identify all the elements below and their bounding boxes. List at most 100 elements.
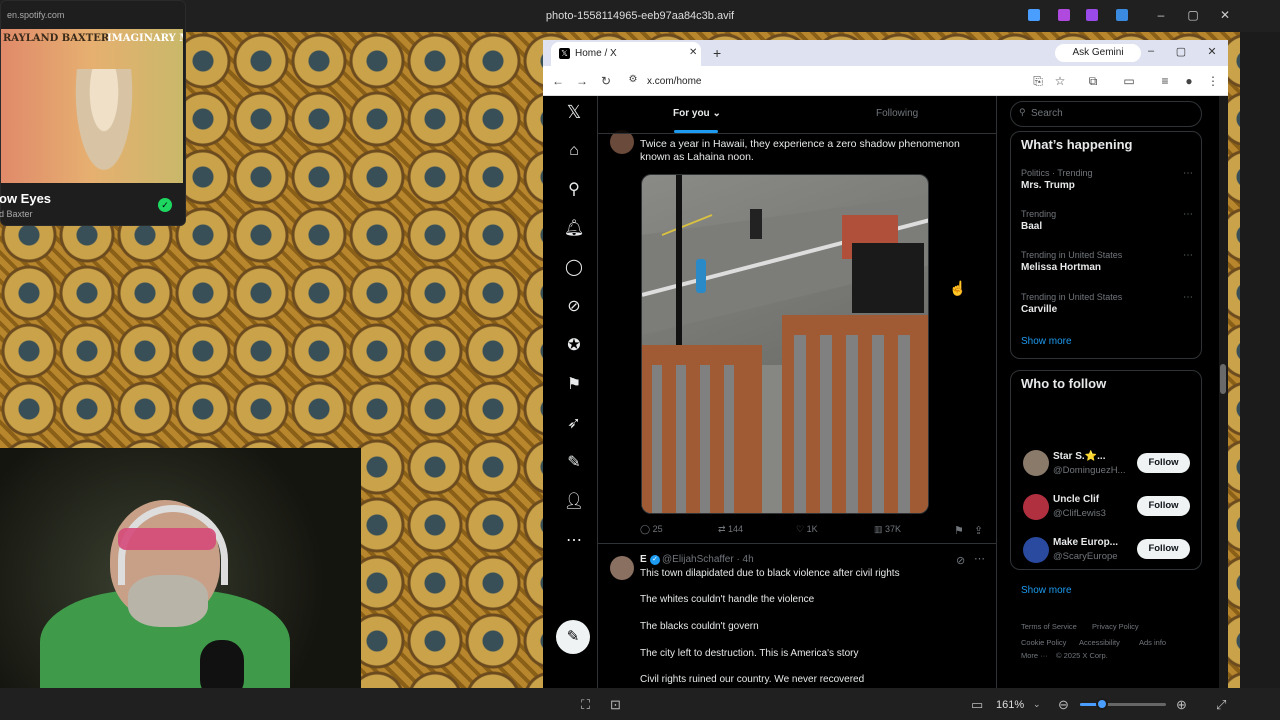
share-icon[interactable]: ⇪	[974, 524, 983, 537]
crop-icon[interactable]: ⛶	[581, 697, 590, 713]
forward-icon[interactable]: →	[574, 74, 590, 88]
ask-gemini-button[interactable]: Ask Gemini	[1055, 44, 1141, 62]
follow-button[interactable]: Follow	[1137, 453, 1190, 473]
viewer-minimize-icon[interactable]: –	[1153, 8, 1169, 22]
track-artist: d Baxter	[0, 209, 33, 219]
show-more-follow-link[interactable]: Show more	[1021, 585, 1072, 596]
account-name[interactable]: Star S.⭐...	[1053, 451, 1105, 462]
post-author-avatar[interactable]	[610, 556, 634, 580]
reload-icon[interactable]: ↻	[598, 74, 614, 88]
tab-following[interactable]: Following	[876, 108, 918, 119]
zoom-out-icon[interactable]: ⊖	[1058, 697, 1069, 713]
tray-cloud-icon[interactable]	[1116, 9, 1128, 21]
jobs-icon[interactable]: ➶	[562, 412, 586, 436]
trend-more-icon[interactable]: ⋯	[1183, 209, 1193, 220]
account-avatar[interactable]	[1023, 494, 1049, 520]
trend-more-icon[interactable]: ⋯	[1183, 250, 1193, 261]
post-button[interactable]: ✎	[556, 620, 590, 654]
x-logo-icon[interactable]: 𝕏	[562, 100, 586, 124]
home-feed: Twice a year in Hawaii, they experience …	[597, 96, 997, 688]
bookmark-icon[interactable]: ⚑	[954, 524, 964, 537]
album-art: RAYLAND BAXTER IMAGINARY MAN	[1, 29, 183, 183]
post-line: The whites couldn't handle the violence	[640, 594, 815, 605]
scrollbar-thumb[interactable]	[1220, 364, 1226, 394]
footer-copyright: © 2025 X Corp.	[1056, 651, 1108, 660]
footer-terms-link[interactable]: Terms of Service	[1021, 622, 1077, 631]
spotify-url: en.spotify.com	[7, 10, 65, 20]
views-button[interactable]: ▥ 37K	[874, 524, 901, 535]
trend-name[interactable]: Baal	[1021, 221, 1042, 232]
zoom-level[interactable]: 161%	[996, 699, 1024, 711]
split-view-icon[interactable]: ▭	[1121, 74, 1137, 88]
bookmark-star-icon[interactable]: ☆	[1052, 74, 1068, 88]
viewer-maximize-icon[interactable]: ▢	[1185, 8, 1201, 22]
post-author-name[interactable]: E	[640, 554, 647, 565]
messages-icon[interactable]: ◯	[562, 256, 586, 280]
tab-close-icon[interactable]: ✕	[689, 47, 697, 58]
trend-meta: Trending	[1021, 209, 1057, 219]
post-more-icon[interactable]: ⋯	[974, 552, 985, 565]
extensions-icon[interactable]: ⧉	[1085, 74, 1101, 89]
profile-nav-icon[interactable]: 👤︎	[562, 490, 586, 514]
explore-icon[interactable]: ⚲	[562, 178, 586, 202]
home-icon[interactable]: ⌂	[562, 139, 586, 163]
viewer-close-icon[interactable]: ✕	[1217, 8, 1233, 22]
trend-more-icon[interactable]: ⋯	[1183, 168, 1193, 179]
post-media-video[interactable]	[641, 174, 929, 514]
visual-search-icon[interactable]: ⊡	[610, 697, 621, 713]
zoom-slider-handle[interactable]	[1096, 698, 1108, 710]
tray-copilot-icon[interactable]	[1058, 9, 1070, 21]
footer-privacy-link[interactable]: Privacy Policy	[1092, 622, 1139, 631]
follow-button[interactable]: Follow	[1137, 496, 1190, 516]
fullscreen-icon[interactable]: ⤢	[1216, 697, 1226, 713]
album-art-figure	[71, 69, 137, 183]
more-icon[interactable]: ⋯	[562, 529, 586, 553]
articles-icon[interactable]: ✎	[562, 451, 586, 475]
account-name[interactable]: Make Europ...	[1053, 537, 1118, 548]
footer-more-link[interactable]: More ···	[1021, 651, 1048, 660]
site-info-icon[interactable]: ⚙	[625, 74, 641, 85]
tray-edit-icon[interactable]	[1028, 9, 1040, 21]
zoom-dropdown-icon[interactable]: ⌄	[1033, 699, 1041, 710]
address-bar[interactable]: x.com/home	[647, 76, 701, 87]
repost-button[interactable]: ⇄ 144	[718, 524, 743, 535]
reply-button[interactable]: ◯ 25	[640, 524, 663, 535]
mouse-cursor-icon: ☝	[949, 280, 967, 296]
menu-icon[interactable]: ⋮	[1205, 74, 1221, 88]
back-icon[interactable]: ←	[550, 74, 566, 88]
saved-check-icon[interactable]: ✓	[158, 198, 172, 212]
bookmarks-icon[interactable]: ⚑	[562, 373, 586, 397]
tray-video-icon[interactable]	[1086, 9, 1098, 21]
browser-tab-home[interactable]: 𝕏 Home / X ✕	[551, 42, 701, 66]
post-author-handle[interactable]: @ElijahSchaffer · 4h	[662, 554, 754, 565]
profile-icon[interactable]: ●	[1181, 74, 1197, 88]
trend-name[interactable]: Mrs. Trump	[1021, 180, 1075, 191]
account-name[interactable]: Uncle Clif	[1053, 494, 1099, 505]
footer-accessibility-link[interactable]: Accessibility	[1079, 638, 1120, 647]
follow-button[interactable]: Follow	[1137, 539, 1190, 559]
fit-icon[interactable]: ▭	[971, 697, 983, 713]
communities-icon[interactable]: ✪	[562, 334, 586, 358]
zoom-in-icon[interactable]: ⊕	[1176, 697, 1187, 713]
browser-minimize-icon[interactable]: –	[1143, 45, 1159, 57]
new-tab-icon[interactable]: +	[713, 45, 721, 61]
footer-ads-link[interactable]: Ads info	[1139, 638, 1166, 647]
install-app-icon[interactable]: ⎘	[1030, 74, 1046, 89]
account-avatar[interactable]	[1023, 537, 1049, 563]
like-button[interactable]: ♡ 1K	[796, 524, 818, 535]
album-art-artist: RAYLAND BAXTER	[3, 33, 110, 44]
browser-maximize-icon[interactable]: ▢	[1173, 45, 1189, 58]
footer-cookie-link[interactable]: Cookie Policy	[1021, 638, 1066, 647]
tab-for-you[interactable]: For you ⌄	[673, 108, 721, 119]
grok-post-icon[interactable]: ⊘	[956, 554, 965, 567]
spotify-miniplayer[interactable]: en.spotify.com RAYLAND BAXTER IMAGINARY …	[0, 0, 186, 226]
notifications-icon[interactable]: 🔔︎	[562, 217, 586, 241]
show-more-trends-link[interactable]: Show more	[1021, 336, 1072, 347]
trend-name[interactable]: Carville	[1021, 304, 1057, 315]
reading-list-icon[interactable]: ≡	[1157, 74, 1173, 88]
trend-more-icon[interactable]: ⋯	[1183, 292, 1193, 303]
grok-icon[interactable]: ⊘	[562, 295, 586, 319]
account-avatar[interactable]	[1023, 450, 1049, 476]
browser-close-icon[interactable]: ✕	[1204, 45, 1220, 58]
trend-name[interactable]: Melissa Hortman	[1021, 262, 1101, 273]
